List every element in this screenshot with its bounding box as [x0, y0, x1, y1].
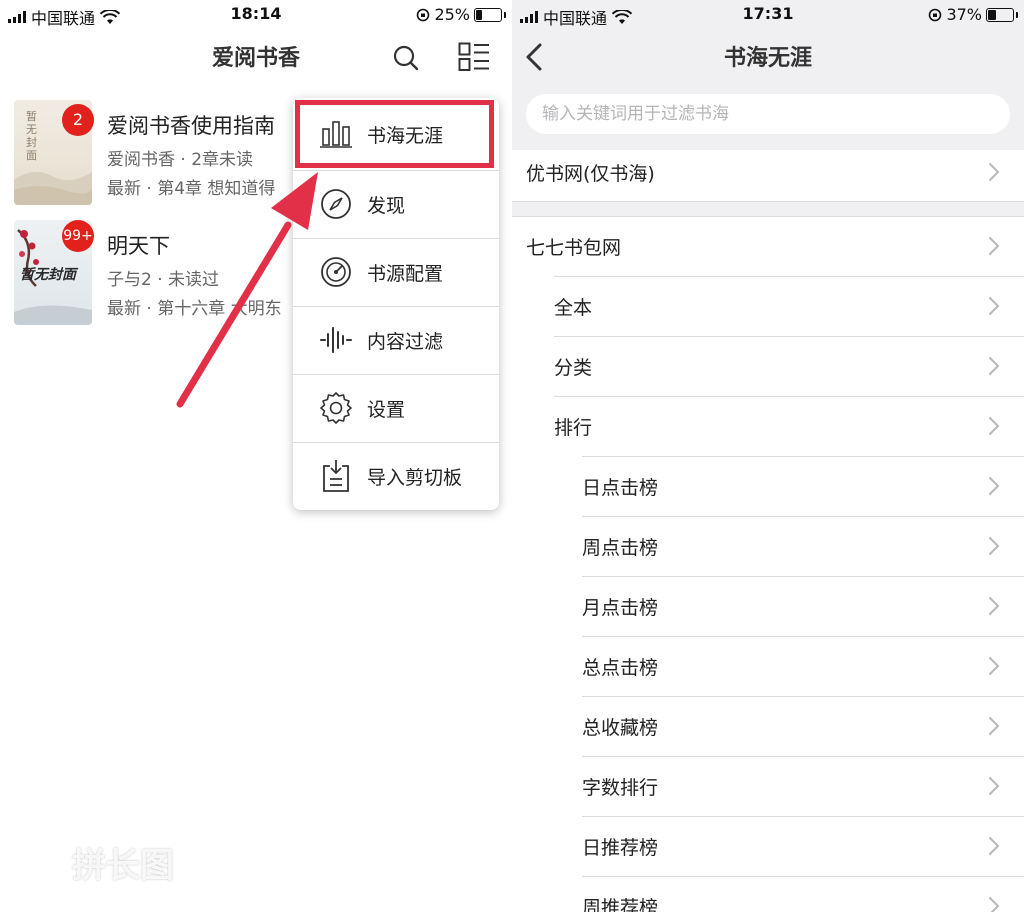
list-item[interactable]: 月点击榜 — [512, 576, 1024, 636]
list-item-label: 周点击榜 — [582, 537, 659, 559]
chevron-right-icon — [989, 717, 1000, 735]
chevron-right-icon — [989, 837, 1000, 855]
list-item[interactable]: 周推荐榜 — [512, 876, 1024, 912]
list-item[interactable]: 周点击榜 — [512, 516, 1024, 576]
chevron-right-icon — [989, 897, 1000, 912]
battery-icon — [986, 7, 1018, 22]
list-item[interactable]: 全本 — [512, 276, 1024, 336]
list-item[interactable]: 日推荐榜 — [512, 816, 1024, 876]
list-item-label: 优书网(仅书海) — [526, 163, 655, 185]
watermark: 拼长图 — [18, 838, 174, 887]
page-title: 书海无涯 — [723, 46, 812, 71]
chevron-right-icon — [989, 477, 1000, 495]
list-item[interactable]: 字数排行 — [512, 756, 1024, 816]
search-bar[interactable] — [526, 94, 1010, 134]
list-item-label: 总收藏榜 — [582, 717, 659, 739]
list-item-label: 全本 — [554, 297, 593, 319]
status-bar: 中国联通 17:31 37% — [512, 0, 1024, 30]
battery-info: 37% — [928, 5, 1018, 24]
rotation-lock-icon — [929, 8, 942, 21]
list-item-label: 日推荐榜 — [582, 837, 659, 859]
list-item-label: 字数排行 — [582, 777, 659, 799]
book-sea-screen: 中国联通 17:31 37% 书海无涯 优书网(仅书海) 七七书包网全本分类排行… — [512, 0, 1024, 912]
group-separator — [512, 201, 1024, 217]
battery-percent: 37% — [946, 5, 982, 24]
chevron-right-icon — [989, 163, 1000, 181]
list-item-label: 排行 — [554, 417, 593, 439]
chevron-right-icon — [989, 537, 1000, 555]
list-item-label: 总点击榜 — [582, 657, 659, 679]
list-item-label: 分类 — [554, 357, 593, 379]
list-item-label: 周推荐榜 — [582, 897, 659, 912]
list-item[interactable]: 日点击榜 — [512, 456, 1024, 516]
chevron-right-icon — [989, 237, 1000, 255]
list-item[interactable]: 总点击榜 — [512, 636, 1024, 696]
list-item[interactable]: 排行 — [512, 396, 1024, 456]
chevron-right-icon — [989, 417, 1000, 435]
list-item[interactable]: 七七书包网 — [512, 216, 1024, 276]
chevron-right-icon — [989, 657, 1000, 675]
chevron-right-icon — [989, 597, 1000, 615]
list-item-label: 七七书包网 — [526, 237, 622, 259]
list-item[interactable]: 优书网(仅书海) — [512, 142, 1024, 202]
list-item[interactable]: 总收藏榜 — [512, 696, 1024, 756]
list-item-label: 日点击榜 — [582, 477, 659, 499]
filter-input[interactable] — [526, 94, 1010, 134]
watermark-text: 拼长图 — [72, 846, 174, 886]
list-item-label: 月点击榜 — [582, 597, 659, 619]
chevron-right-icon — [989, 357, 1000, 375]
watermark-logo-icon — [19, 840, 63, 885]
bookshelf-screen: 中国联通 18:14 25% 爱阅书香 暂无封面 2 爱阅书香使用指南 爱阅书香… — [0, 0, 512, 912]
list-item[interactable]: 分类 — [512, 336, 1024, 396]
battery-level-fill — [988, 9, 996, 20]
chevron-right-icon — [989, 777, 1000, 795]
pointer-arrow — [176, 172, 318, 408]
chevron-right-icon — [989, 297, 1000, 315]
